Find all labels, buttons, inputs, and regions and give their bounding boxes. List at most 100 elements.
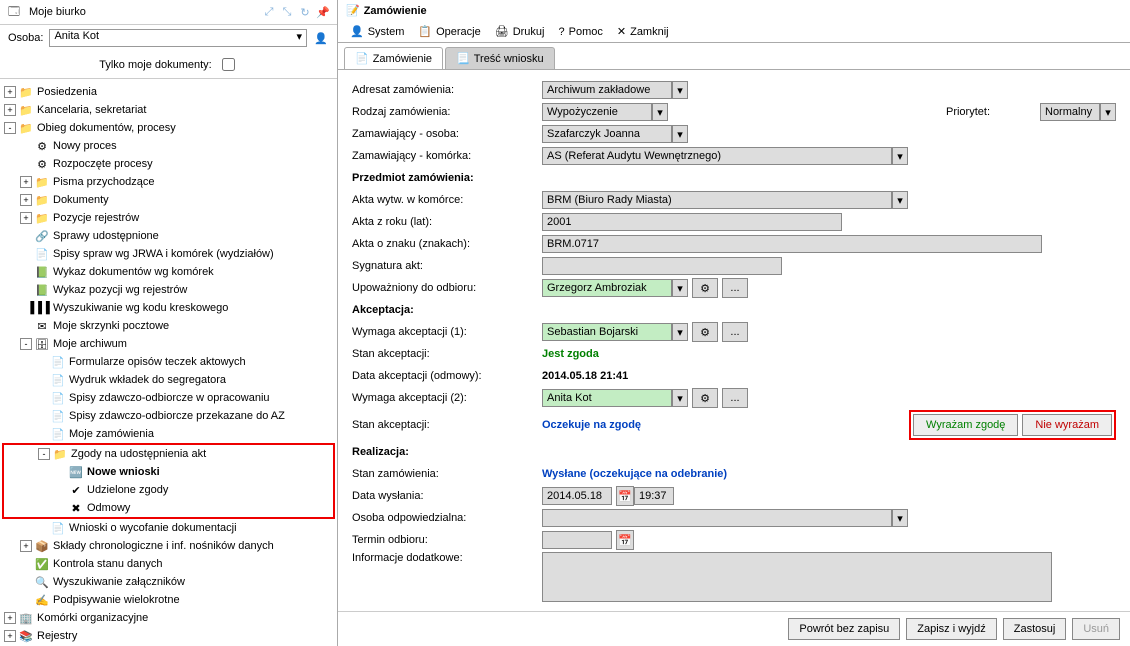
tree-item[interactable]: 📄Spisy zdawczo-odbiorcze w opracowaniu [2, 389, 335, 407]
expander-icon[interactable]: - [38, 448, 50, 460]
tree-item[interactable]: ✅Kontrola stanu danych [2, 555, 335, 573]
tree-item[interactable]: ✉Moje skrzynki pocztowe [2, 317, 335, 335]
tree-item[interactable]: 📄Formularze opisów teczek aktowych [2, 353, 335, 371]
dropdown-rodzaj[interactable]: ▾ [652, 103, 668, 121]
expander-icon[interactable]: + [20, 540, 32, 552]
btn-nie[interactable]: Nie wyrażam [1022, 414, 1112, 436]
tree-item[interactable]: 📗Wykaz dokumentów wg komórek [2, 263, 335, 281]
field-akta-komorka[interactable]: BRM (Biuro Rady Miasta) [542, 191, 892, 209]
field-priorytet[interactable]: Normalny [1040, 103, 1100, 121]
btn-zgoda[interactable]: Wyrażam zgodę [913, 414, 1018, 436]
refresh-icon[interactable]: ↻ [297, 4, 313, 20]
tree-item[interactable]: ⚙Nowy proces [2, 137, 335, 155]
field-upowazniony[interactable]: Grzegorz Ambroziak [542, 279, 672, 297]
field-data-wys-t[interactable]: 19:37 [634, 487, 674, 505]
menu-zamknij[interactable]: ✕Zamknij [611, 23, 675, 40]
expander-icon[interactable]: + [20, 194, 32, 206]
field-data-wys-d[interactable]: 2014.05.18 [542, 487, 612, 505]
dropdown-zam-komorka[interactable]: ▾ [892, 147, 908, 165]
gear-btn-upowazniony[interactable]: ⚙ [692, 278, 718, 298]
tree-item[interactable]: ✖Odmowy [4, 499, 333, 517]
collapse-icon[interactable]: ⤡ [279, 4, 295, 20]
tree-item[interactable]: +📁Kancelaria, sekretariat [2, 101, 335, 119]
field-wymaga2[interactable]: Anita Kot [542, 389, 672, 407]
dots-btn-wymaga1[interactable]: ... [722, 322, 748, 342]
tree-item[interactable]: ✔Udzielone zgody [4, 481, 333, 499]
btn-zastosuj[interactable]: Zastosuj [1003, 618, 1067, 640]
tree-item[interactable]: ✍Podpisywanie wielokrotne [2, 591, 335, 609]
expander-icon[interactable]: + [4, 104, 16, 116]
only-mine-checkbox[interactable] [222, 58, 235, 71]
expander-icon[interactable]: + [20, 176, 32, 188]
dots-btn-wymaga2[interactable]: ... [722, 388, 748, 408]
gear-btn-wymaga1[interactable]: ⚙ [692, 322, 718, 342]
tree-item[interactable]: 📗Wykaz pozycji wg rejestrów [2, 281, 335, 299]
dropdown-wymaga1[interactable]: ▾ [672, 323, 688, 341]
dropdown-akta-komorka[interactable]: ▾ [892, 191, 908, 209]
calendar-icon[interactable]: 📅 [616, 486, 634, 506]
field-zam-osoba[interactable]: Szafarczyk Joanna [542, 125, 672, 143]
field-osoba-odp[interactable] [542, 509, 892, 527]
user-icon[interactable]: 👤 [313, 30, 329, 46]
btn-powrot[interactable]: Powrót bez zapisu [788, 618, 900, 640]
tree-item[interactable]: +📁Pisma przychodzące [2, 173, 335, 191]
dropdown-upowazniony[interactable]: ▾ [672, 279, 688, 297]
tree-item[interactable]: 📄Moje zamówienia [2, 425, 335, 443]
calendar-icon-2[interactable]: 📅 [616, 530, 634, 550]
expander-icon[interactable]: - [20, 338, 32, 350]
tree-item[interactable]: +📁Dokumenty [2, 191, 335, 209]
tree-item[interactable]: 📄Spisy zdawczo-odbiorcze przekazane do A… [2, 407, 335, 425]
tree-item[interactable]: +🏢Komórki organizacyjne [2, 609, 335, 627]
tree-item[interactable]: +📚Rejestry [2, 627, 335, 645]
tree-item[interactable]: ▌▌▌Wyszukiwanie wg kodu kreskowego [2, 299, 335, 317]
expander-icon[interactable]: + [4, 612, 16, 624]
tab-tresc[interactable]: 📃Treść wniosku [445, 47, 555, 69]
tree-item[interactable]: 🆕Nowe wnioski [4, 463, 333, 481]
btn-zapisz[interactable]: Zapisz i wyjdź [906, 618, 996, 640]
tree-item[interactable]: +📁Posiedzenia [2, 83, 335, 101]
tree-item[interactable]: 🔗Sprawy udostępnione [2, 227, 335, 245]
tree-item[interactable]: 📄Wnioski o wycofanie dokumentacji [2, 519, 335, 537]
dropdown-zam-osoba[interactable]: ▾ [672, 125, 688, 143]
pin-icon[interactable]: 📌 [315, 4, 331, 20]
menu-operacje[interactable]: 📋Operacje [412, 23, 486, 40]
field-akta-znak[interactable]: BRM.0717 [542, 235, 1042, 253]
tree-item[interactable]: -📁Obieg dokumentów, procesy [2, 119, 335, 137]
tree-item[interactable]: 🔍Wyszukiwanie załączników [2, 573, 335, 591]
field-wymaga1[interactable]: Sebastian Bojarski [542, 323, 672, 341]
expander-icon[interactable]: + [20, 212, 32, 224]
expander-icon[interactable]: + [4, 630, 16, 642]
gear-btn-wymaga2[interactable]: ⚙ [692, 388, 718, 408]
menu-system[interactable]: 👤System [344, 23, 410, 40]
field-rodzaj[interactable]: Wypożyczenie [542, 103, 652, 121]
tree-item[interactable]: ⚙Rozpoczęte procesy [2, 155, 335, 173]
field-zam-komorka[interactable]: AS (Referat Audytu Wewnętrznego) [542, 147, 892, 165]
tree-item[interactable]: 📄Spisy spraw wg JRWA i komórek (wydziałó… [2, 245, 335, 263]
tree-item[interactable]: 📄Wydruk wkładek do segregatora [2, 371, 335, 389]
menu-pomoc[interactable]: ?Pomoc [553, 23, 609, 40]
dots-btn-upowazniony[interactable]: ... [722, 278, 748, 298]
dropdown-adresat[interactable]: ▾ [672, 81, 688, 99]
sign-icon: ✍ [34, 592, 50, 608]
tree-item[interactable]: +📁Pozycje rejestrów [2, 209, 335, 227]
expand-icon[interactable]: ⤢ [261, 4, 277, 20]
field-adresat[interactable]: Archiwum zakładowe [542, 81, 672, 99]
tree-item[interactable]: -🗄Moje archiwum [2, 335, 335, 353]
dropdown-priorytet[interactable]: ▾ [1100, 103, 1116, 121]
menu-drukuj[interactable]: 🖨Drukuj [489, 23, 551, 40]
osoba-select[interactable]: Anita Kot ▾ [49, 29, 307, 47]
expander-icon[interactable]: + [4, 86, 16, 98]
field-info[interactable] [542, 552, 1052, 602]
btn-usun[interactable]: Usuń [1072, 618, 1120, 640]
field-akta-rok[interactable]: 2001 [542, 213, 842, 231]
main: 📝 Zamówienie 👤System 📋Operacje 🖨Drukuj ?… [338, 0, 1130, 646]
dropdown-wymaga2[interactable]: ▾ [672, 389, 688, 407]
tree-item[interactable]: -📁Zgody na udostępnienia akt [4, 445, 333, 463]
dropdown-osoba-odp[interactable]: ▾ [892, 509, 908, 527]
field-sygnatura[interactable] [542, 257, 782, 275]
expander-icon[interactable]: - [4, 122, 16, 134]
approval-buttons-box: Wyrażam zgodę Nie wyrażam [909, 410, 1116, 440]
tab-zamowienie[interactable]: 📄Zamówienie [344, 47, 443, 69]
field-termin[interactable] [542, 531, 612, 549]
tree-item[interactable]: +📦Składy chronologiczne i inf. nośników … [2, 537, 335, 555]
